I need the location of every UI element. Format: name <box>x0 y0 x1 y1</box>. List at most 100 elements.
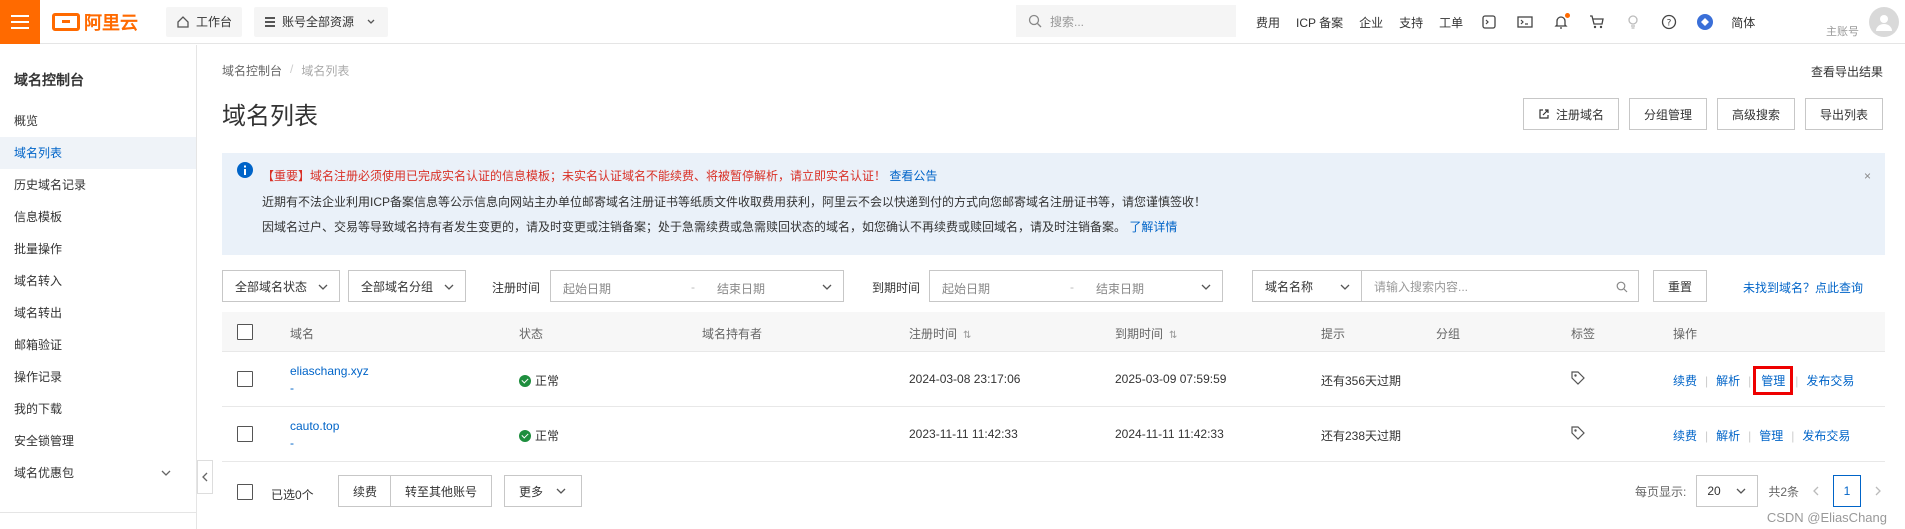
sidebar-item-batch[interactable]: 批量操作 <box>0 233 196 265</box>
page-size-label: 每页显示: <box>1634 484 1687 499</box>
renew-link[interactable]: 续费 <box>1673 372 1697 389</box>
sidebar-item-security-lock[interactable]: 安全锁管理 <box>0 425 196 457</box>
menu-icon[interactable] <box>0 0 40 44</box>
search-field-select[interactable]: 域名名称 <box>1252 270 1362 302</box>
domain-link[interactable]: eliaschang.xyz <box>290 364 369 378</box>
manage-link[interactable]: 管理 <box>1753 366 1794 395</box>
status-filter-select[interactable]: 全部域名状态 <box>222 270 340 302</box>
resolve-link[interactable]: 解析 <box>1716 427 1740 444</box>
sidebar-item-op-log[interactable]: 操作记录 <box>0 361 196 393</box>
sidebar-item-templates[interactable]: 信息模板 <box>0 201 196 233</box>
publish-trade-link[interactable]: 发布交易 <box>1806 372 1854 389</box>
export-list-button[interactable]: 导出列表 <box>1804 98 1883 130</box>
more-label: 更多 <box>519 484 544 499</box>
assistant-icon[interactable] <box>1695 12 1715 32</box>
resolve-link[interactable]: 解析 <box>1716 372 1740 389</box>
account-scope-dropdown[interactable]: 账号全部资源 <box>254 6 389 37</box>
domain-search-placeholder: 请输入搜索内容... <box>1374 279 1469 294</box>
user-icon <box>1876 15 1892 31</box>
page-size-select[interactable]: 20 <box>1696 475 1759 507</box>
sidebar-item-transfer-in[interactable]: 域名转入 <box>0 265 196 297</box>
more-dropdown[interactable]: 更多 <box>504 475 583 507</box>
sidebar-item-label: 域名优惠包 <box>14 466 75 480</box>
info-icon <box>237 162 253 178</box>
sort-icon[interactable]: ⇅ <box>1169 330 1177 341</box>
sidebar-item-downloads[interactable]: 我的下载 <box>0 393 196 425</box>
status-text: 正常 <box>535 374 560 388</box>
header-exp-time[interactable]: 到期时间 ⇅ <box>1115 325 1177 342</box>
row-checkbox[interactable] <box>237 371 253 387</box>
group-manage-button[interactable]: 分组管理 <box>1628 98 1707 130</box>
exp-time-label: 到期时间 <box>872 281 921 295</box>
page-title: 域名列表 <box>222 103 318 130</box>
expiry-hint: 还有356天过期 <box>1321 374 1402 388</box>
nav-support[interactable]: 支持 <box>1399 14 1423 31</box>
table-footer: 已选0个 续费 转至其他账号 更多 每页显示: 20 共2条 1 <box>222 475 1885 511</box>
sidebar-item-domain-list[interactable]: 域名列表 <box>0 137 196 169</box>
nav-billing[interactable]: 费用 <box>1256 14 1280 31</box>
nav-icp[interactable]: ICP 备案 <box>1296 14 1343 31</box>
sidebar-item-discount-pack[interactable]: 域名优惠包 <box>0 457 196 489</box>
nav-ticket[interactable]: 工单 <box>1439 14 1463 31</box>
global-search[interactable]: 搜索... <box>1016 5 1236 37</box>
export-results-link[interactable]: 查看导出结果 <box>1811 63 1883 80</box>
footer-select-all-checkbox[interactable] <box>237 484 253 500</box>
register-domain-button[interactable]: 注册域名 <box>1522 98 1619 130</box>
language-switch[interactable]: 简体 <box>1731 14 1755 31</box>
header-reg-time[interactable]: 注册时间 ⇅ <box>909 325 971 342</box>
sidebar-item-email-verify[interactable]: 邮箱验证 <box>0 329 196 361</box>
account-type-label: 主账号 <box>1826 26 1859 38</box>
avatar[interactable] <box>1869 7 1899 37</box>
terminal-icon[interactable] <box>1515 12 1535 32</box>
selected-count: 已选0个 <box>271 488 314 502</box>
sidebar-item-transfer-out[interactable]: 域名转出 <box>0 297 196 329</box>
sidebar-item-history[interactable]: 历史域名记录 <box>0 169 196 201</box>
transfer-account-button[interactable]: 转至其他账号 <box>390 475 493 507</box>
cloudshell-icon[interactable] <box>1479 12 1499 32</box>
table-header: 域名 状态 域名持有者 注册时间 ⇅ 到期时间 ⇅ 提示 分组 标签 操作 <box>222 312 1885 352</box>
exp-end-date-placeholder: 结束日期 <box>1096 282 1145 296</box>
nav-enterprise[interactable]: 企业 <box>1359 14 1383 31</box>
sidebar-item-overview[interactable]: 概览 <box>0 105 196 137</box>
sidebar-collapse-button[interactable] <box>197 460 213 494</box>
breadcrumb-root[interactable]: 域名控制台 <box>222 62 282 79</box>
domain-link[interactable]: cauto.top <box>290 419 339 433</box>
header-tag: 标签 <box>1571 327 1596 341</box>
not-found-link[interactable]: 未找到域名？点此查询 <box>1743 279 1863 296</box>
notice-announcement-link[interactable]: 查看公告 <box>889 169 937 183</box>
exp-time-range-picker[interactable]: 起始日期 - 结束日期 <box>929 270 1223 302</box>
ops-sep: | <box>1705 428 1709 443</box>
notice-learn-more-link[interactable]: 了解详情 <box>1129 220 1177 234</box>
publish-trade-link[interactable]: 发布交易 <box>1802 427 1850 444</box>
batch-renew-button[interactable]: 续费 <box>338 475 393 507</box>
brand-name: 阿里云 <box>84 12 138 33</box>
help-icon[interactable]: ? <box>1659 12 1679 32</box>
header-domain: 域名 <box>290 327 315 341</box>
chevron-down-icon <box>367 19 375 24</box>
renew-link[interactable]: 续费 <box>1673 427 1697 444</box>
user-area[interactable]: 主账号 <box>1826 0 1905 44</box>
close-icon[interactable]: × <box>1864 169 1871 183</box>
row-checkbox[interactable] <box>237 426 253 442</box>
tag-icon[interactable] <box>1571 371 1585 385</box>
page-number[interactable]: 1 <box>1833 475 1861 507</box>
reg-time-range-picker[interactable]: 起始日期 - 结束日期 <box>550 270 844 302</box>
reset-button[interactable]: 重置 <box>1653 270 1708 302</box>
workbench-button[interactable]: 工作台 <box>166 6 243 37</box>
advanced-search-button[interactable]: 高级搜索 <box>1716 98 1795 130</box>
breadcrumb-current: 域名列表 <box>301 64 350 78</box>
domain-search-input[interactable]: 请输入搜索内容... <box>1361 270 1639 302</box>
aliyun-logo[interactable]: 阿里云 <box>52 9 138 35</box>
cart-icon[interactable] <box>1587 12 1607 32</box>
chevron-left-icon[interactable] <box>1809 484 1823 498</box>
tag-icon[interactable] <box>1571 426 1585 440</box>
sort-icon[interactable]: ⇅ <box>963 330 971 341</box>
chevron-right-icon[interactable] <box>1871 484 1885 498</box>
bell-icon[interactable] <box>1551 12 1571 32</box>
external-link-icon <box>1539 109 1549 119</box>
select-all-checkbox[interactable] <box>237 324 253 340</box>
header-hint: 提示 <box>1321 327 1346 341</box>
manage-link[interactable]: 管理 <box>1759 427 1783 444</box>
lightbulb-icon[interactable] <box>1623 12 1643 32</box>
group-filter-select[interactable]: 全部域名分组 <box>348 270 466 302</box>
